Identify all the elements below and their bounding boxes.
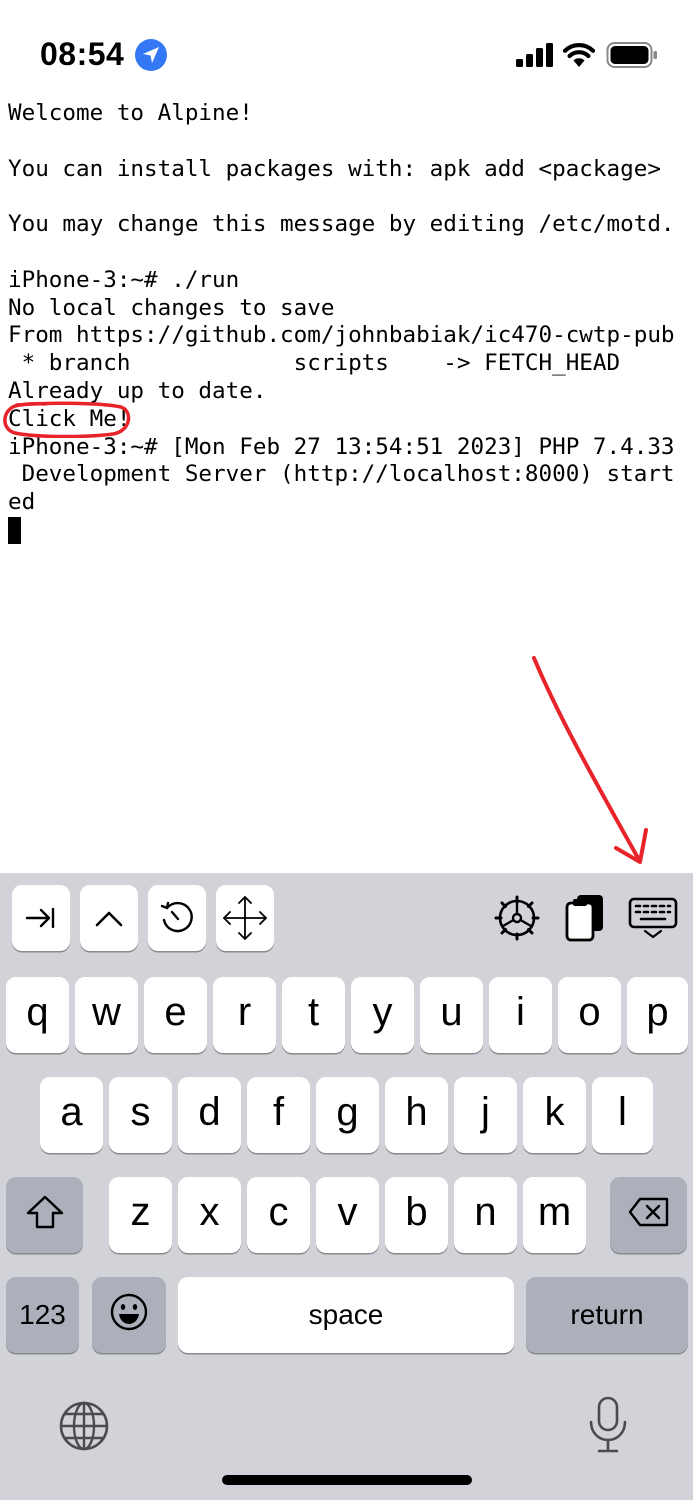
terminal-line: Welcome to Alpine! [8,100,253,126]
numbers-key[interactable]: 123 [6,1277,79,1353]
history-icon [160,901,193,933]
emoji-icon [110,1293,148,1331]
control-key[interactable] [80,885,138,951]
key-i[interactable]: i [489,977,552,1053]
terminal-line: You can install packages with: apk add <… [8,155,661,182]
settings-button[interactable] [488,885,546,951]
wifi-icon [562,43,596,67]
key-w[interactable]: w [75,977,138,1053]
tab-key[interactable] [12,885,70,951]
move-arrows-icon [223,896,267,940]
history-button[interactable] [148,885,206,951]
key-q[interactable]: q [6,977,69,1053]
key-g[interactable]: g [316,1077,379,1153]
delete-key[interactable] [610,1177,687,1253]
key-s[interactable]: s [109,1077,172,1153]
cellular-signal-icon [516,43,553,67]
terminal-line: You may change this message by editing /… [8,211,675,238]
clipboard-icon [565,895,603,942]
key-f[interactable]: f [247,1077,310,1153]
key-d[interactable]: d [178,1077,241,1153]
return-key[interactable]: return [526,1277,688,1353]
terminal-line: ed [8,489,36,516]
key-a[interactable]: a [40,1077,103,1153]
key-j[interactable]: j [454,1077,517,1153]
microphone-icon[interactable] [587,1395,629,1455]
status-time: 08:54 [40,36,125,72]
shift-key[interactable] [6,1177,83,1253]
red-circle-annotation [3,401,131,438]
key-m[interactable]: m [523,1177,586,1253]
hide-keyboard-button[interactable] [624,885,682,951]
terminal-line: iPhone-3:~# ./run [8,266,240,293]
red-arrow-annotation [532,656,648,864]
key-z[interactable]: z [109,1177,172,1253]
key-o[interactable]: o [558,977,621,1053]
space-key[interactable]: space [178,1277,514,1353]
key-x[interactable]: x [178,1177,241,1253]
terminal-line: No local changes to save [8,294,335,321]
key-u[interactable]: u [420,977,483,1053]
emoji-key[interactable] [92,1277,166,1353]
terminal-line: From https://github.com/johnbabiak/ic470… [8,322,675,349]
paste-button[interactable] [556,885,614,951]
control-caret-icon [95,911,123,927]
key-p[interactable]: p [627,977,688,1053]
key-e[interactable]: e [144,977,207,1053]
settings-wheel-icon [494,895,540,941]
tab-icon [25,907,55,929]
keyboard-hide-icon [628,897,678,939]
key-c[interactable]: c [247,1177,310,1253]
keyboard: q w e r t y u i o p a s d f g h j k l z … [0,873,693,1500]
key-k[interactable]: k [523,1077,586,1153]
terminal-cursor [8,516,21,544]
key-h[interactable]: h [385,1077,448,1153]
key-y[interactable]: y [351,977,414,1053]
shift-icon [26,1195,63,1229]
home-indicator [222,1475,472,1485]
key-b[interactable]: b [385,1177,448,1253]
key-n[interactable]: n [454,1177,517,1253]
terminal-line: * branch scripts -> FETCH_HEAD [8,350,621,377]
key-l[interactable]: l [592,1077,653,1153]
key-t[interactable]: t [282,977,345,1053]
key-v[interactable]: v [316,1177,379,1253]
move-cursor-button[interactable] [216,885,274,951]
terminal-output[interactable]: Welcome to Alpine! You can install packa… [8,100,688,545]
location-arrow-icon [135,39,167,71]
backspace-icon [628,1197,668,1227]
battery-icon [606,42,657,68]
key-r[interactable]: r [213,977,276,1053]
terminal-cursor-line [8,516,688,545]
globe-icon[interactable] [58,1400,110,1452]
terminal-line: Development Server (http://localhost:800… [8,461,675,488]
